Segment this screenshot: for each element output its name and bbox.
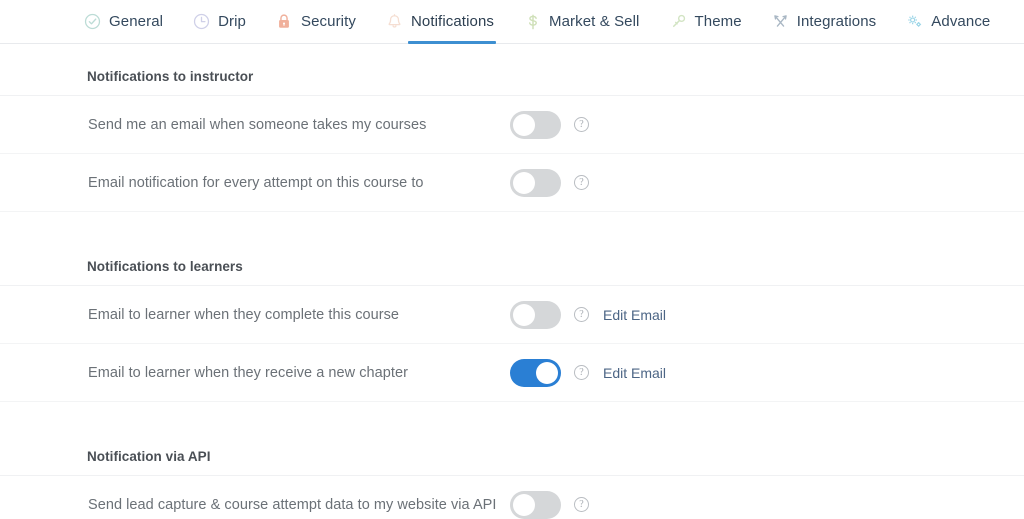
tab-label: Notifications	[410, 13, 494, 30]
toggle-switch[interactable]	[510, 168, 561, 197]
tab-notifications[interactable]: Notifications	[386, 0, 497, 44]
help-icon[interactable]: ?	[574, 307, 589, 322]
setting-label: Send lead capture & course attempt data …	[88, 496, 497, 513]
help-icon[interactable]: ?	[574, 497, 589, 512]
toggle-knob	[513, 113, 535, 136]
brush-icon	[670, 13, 687, 30]
toggle-switch[interactable]	[510, 358, 561, 387]
tab-label: Security	[300, 13, 356, 30]
toggle-knob	[513, 303, 535, 326]
tab-label: Market & Sell	[549, 13, 640, 30]
setting-row: Send me an email when someone takes my c…	[0, 96, 1024, 154]
help-icon[interactable]: ?	[574, 117, 589, 132]
setting-controls: ? Edit Email	[510, 300, 666, 329]
section-api: Notification via API Send lead capture & …	[0, 424, 1024, 519]
setting-row: Send lead capture & course attempt data …	[0, 476, 1024, 519]
section-header: Notifications to instructor	[0, 44, 1024, 96]
edit-email-link[interactable]: Edit Email	[603, 365, 666, 381]
clock-icon	[193, 13, 210, 30]
setting-row: Email to learner when they complete this…	[0, 286, 1024, 344]
tab-label: General	[109, 13, 164, 30]
section-learners: Notifications to learners Email to learne…	[0, 234, 1024, 402]
setting-label: Email notification for every attempt on …	[88, 174, 424, 191]
setting-controls: ?	[510, 168, 589, 197]
section-title: Notification via API	[87, 449, 211, 464]
check-circle-icon	[84, 13, 101, 30]
tab-label: Integrations	[796, 13, 877, 30]
section-header: Notification via API	[0, 424, 1024, 476]
tab-drip[interactable]: Drip	[193, 0, 246, 44]
setting-controls: ? Edit Email	[510, 358, 666, 387]
help-icon[interactable]: ?	[574, 365, 589, 380]
tab-general[interactable]: General	[84, 0, 163, 44]
tab-advance[interactable]: Advance	[906, 0, 990, 44]
setting-row: Email to learner when they receive a new…	[0, 344, 1024, 402]
tab-security[interactable]: Security	[276, 0, 356, 44]
section-instructor: Notifications to instructor Send me an em…	[0, 44, 1024, 212]
tab-label: Advance	[931, 13, 991, 30]
dollar-icon	[524, 13, 541, 30]
bell-icon	[386, 13, 403, 30]
tab-market-sell[interactable]: Market & Sell	[524, 0, 640, 44]
setting-label: Email to learner when they complete this…	[88, 306, 400, 323]
section-title: Notifications to learners	[87, 259, 243, 274]
toggle-knob	[513, 493, 535, 516]
setting-label: Send me an email when someone takes my c…	[88, 116, 427, 133]
tab-label: Theme	[694, 13, 742, 30]
section-header: Notifications to learners	[0, 234, 1024, 286]
edit-email-link[interactable]: Edit Email	[603, 307, 666, 323]
tools-icon	[772, 13, 789, 30]
tab-integrations[interactable]: Integrations	[772, 0, 877, 44]
setting-controls: ?	[510, 110, 589, 139]
tab-label: Drip	[218, 13, 246, 30]
settings-content: Notifications to instructor Send me an em…	[0, 44, 1024, 519]
lock-icon	[276, 13, 293, 30]
settings-tab-bar: General Drip Security Notifications Market &…	[0, 0, 1024, 44]
toggle-switch[interactable]	[510, 110, 561, 139]
toggle-knob	[536, 361, 558, 384]
toggle-switch[interactable]	[510, 300, 561, 329]
section-spacer	[0, 402, 1024, 424]
setting-row: Email notification for every attempt on …	[0, 154, 1024, 212]
gears-icon	[906, 13, 923, 30]
course-settings-page: General Drip Security Notifications Market &…	[0, 0, 1024, 519]
toggle-switch[interactable]	[510, 490, 561, 519]
section-spacer	[0, 212, 1024, 234]
setting-label: Email to learner when they receive a new…	[88, 364, 408, 381]
setting-controls: ?	[510, 490, 589, 519]
tab-theme[interactable]: Theme	[670, 0, 742, 44]
toggle-knob	[513, 171, 535, 194]
help-icon[interactable]: ?	[574, 175, 589, 190]
section-title: Notifications to instructor	[87, 69, 254, 84]
